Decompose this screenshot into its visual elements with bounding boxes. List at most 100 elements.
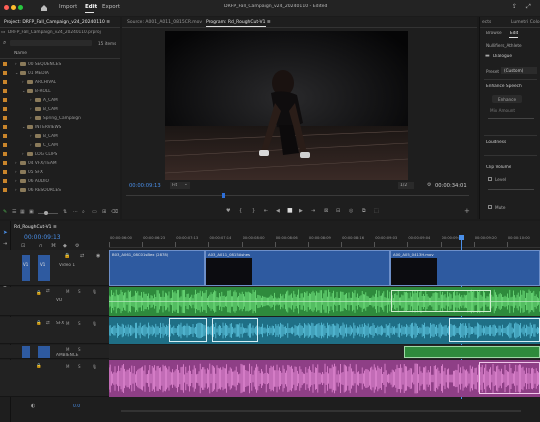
a3-target-toggle[interactable] xyxy=(38,346,50,358)
list-item[interactable]: › 06 RESOURCES xyxy=(0,186,120,194)
tab-lumetri-color[interactable]: Lumetri Color xyxy=(511,17,540,27)
add-button-icon[interactable]: + xyxy=(464,207,470,215)
search-bin-icon[interactable]: ⌕ xyxy=(82,209,85,215)
list-item[interactable]: › B_CAM xyxy=(0,132,120,140)
search-input[interactable] xyxy=(10,40,92,46)
preset-dropdown[interactable]: (Custom) xyxy=(501,67,537,74)
mix-amount-slider[interactable] xyxy=(488,118,534,119)
list-view-icon[interactable]: ☰ xyxy=(12,209,16,215)
level-slider[interactable] xyxy=(488,189,534,190)
subtab-browse[interactable]: Browse xyxy=(486,31,502,36)
list-item[interactable]: › 06 AUDIO xyxy=(0,177,120,185)
tab-source-monitor[interactable]: Source: A001_A011_0815CR.mov xyxy=(127,17,202,27)
list-item[interactable]: › 05 SFX xyxy=(0,168,120,176)
trash-icon[interactable]: ⌫ xyxy=(111,209,118,215)
stop-icon[interactable]: ■ xyxy=(287,207,293,214)
mark-in-icon[interactable]: { xyxy=(239,208,242,214)
linked-selection-icon[interactable]: ⌘ xyxy=(51,243,56,249)
timeline-ruler[interactable]: 00:00:06:00 00:00:06:23 00:00:07:13 00:00:0… xyxy=(109,235,540,247)
list-item[interactable]: › C_CAM xyxy=(0,141,120,149)
selected-range[interactable] xyxy=(391,290,491,312)
level-checkbox[interactable] xyxy=(488,177,492,181)
list-item[interactable]: › 00 SEQUENCES xyxy=(0,60,120,68)
tab-project[interactable]: Project: DRFP_Fall_Campaign_v24_20240110… xyxy=(4,17,120,27)
sort-icon[interactable]: ⇅ xyxy=(63,209,67,215)
lock-track-icon[interactable]: 🔒 xyxy=(36,364,42,369)
minimize-window-icon[interactable] xyxy=(11,5,16,10)
mute-toggle[interactable]: M xyxy=(66,321,69,326)
mark-out-icon[interactable]: } xyxy=(252,208,255,214)
add-marker-icon[interactable]: ♥ xyxy=(226,208,230,214)
step-forward-icon[interactable]: ▶ xyxy=(299,208,303,214)
timeline-settings-icon[interactable]: ⚙ xyxy=(75,243,79,249)
zoom-window-icon[interactable] xyxy=(18,5,23,10)
column-name-header[interactable]: Name xyxy=(14,51,27,56)
selection-tool-icon[interactable]: ➤ xyxy=(3,230,8,236)
sync-lock-icon[interactable]: ⇄ xyxy=(46,289,50,294)
step-back-icon[interactable]: ◀ xyxy=(276,208,280,214)
lock-track-icon[interactable]: 🔒 xyxy=(64,253,70,259)
playhead-marker[interactable] xyxy=(222,193,225,198)
extract-icon[interactable]: ⊟ xyxy=(336,208,340,214)
fit-dropdown[interactable]: Fit ⌄ xyxy=(170,182,190,189)
nav-edit[interactable]: Edit xyxy=(85,4,97,10)
sfx-clip[interactable] xyxy=(212,318,258,342)
settings-wrench-icon[interactable]: ⚙ xyxy=(427,182,431,188)
tab-effects[interactable]: ects xyxy=(482,17,491,27)
subtab-edit[interactable]: Edit xyxy=(510,31,518,36)
mic-icon[interactable]: 🎙 xyxy=(92,289,97,294)
lock-track-icon[interactable]: 🔒 xyxy=(36,291,42,296)
v1-target-toggle[interactable]: V1 xyxy=(38,255,50,281)
comparison-view-icon[interactable]: ⧉ xyxy=(362,208,366,214)
video-clip[interactable]: A03_A011_0815Ashes xyxy=(205,250,390,286)
video-clip[interactable]: B03_A061_08C01sBex (2878) xyxy=(109,250,205,286)
automate-icon[interactable]: ⋯ xyxy=(73,209,78,215)
program-timecode[interactable]: 00:00:09:13 xyxy=(129,183,161,189)
mute-toggle[interactable]: M xyxy=(66,347,69,352)
zoom-slider[interactable] xyxy=(38,213,58,214)
share-icon[interactable]: ⇪ xyxy=(512,3,517,10)
mute-toggle[interactable]: M xyxy=(66,289,69,294)
a3-source-patch[interactable] xyxy=(22,346,30,358)
sync-lock-icon[interactable]: ⇄ xyxy=(46,321,50,326)
solo-toggle[interactable]: S xyxy=(78,289,81,294)
list-item[interactable]: ⌄ 01 MEDIA xyxy=(0,69,120,77)
vr-icon[interactable]: ⬚ xyxy=(374,208,379,214)
home-icon[interactable] xyxy=(40,4,48,12)
list-item[interactable]: › B_CAM xyxy=(0,105,120,113)
snap-icon[interactable]: ∩ xyxy=(39,243,43,249)
new-item-icon[interactable]: ⊞ xyxy=(102,209,106,215)
grid-view-icon[interactable]: ▦ xyxy=(20,209,25,215)
list-item[interactable]: ⌄ INTERVIEWS xyxy=(0,123,120,131)
video-clip[interactable]: A00_A05_0413H.mov xyxy=(390,250,540,286)
add-marker-tl-icon[interactable]: ◆ xyxy=(63,243,67,249)
mic-icon[interactable]: 🎙 xyxy=(92,321,97,326)
solo-toggle[interactable]: S xyxy=(78,364,81,369)
lift-icon[interactable]: ⊠ xyxy=(324,208,328,214)
track-select-tool-icon[interactable]: ⇥ xyxy=(3,241,7,247)
scrub-bar[interactable] xyxy=(126,195,469,196)
list-item[interactable]: › 04 VFX/TEAM xyxy=(0,159,120,167)
new-bin-icon[interactable]: ▭ xyxy=(92,209,97,215)
sync-lock-icon[interactable]: ⇄ xyxy=(80,253,84,259)
timeline-timecode[interactable]: 00:00:09:13 xyxy=(24,234,61,241)
audio-clip[interactable] xyxy=(404,346,540,358)
list-item[interactable]: › LOG CLIPS xyxy=(0,150,120,158)
sfx-clip[interactable] xyxy=(449,318,540,342)
nav-import[interactable]: Import xyxy=(59,4,77,10)
list-item[interactable]: › ARCHIVAL xyxy=(0,78,120,86)
resolution-dropdown[interactable]: 1/2 xyxy=(398,182,414,189)
fullscreen-icon[interactable]: ⤢ xyxy=(526,3,531,11)
lock-track-icon[interactable]: 🔒 xyxy=(36,321,42,326)
go-to-in-icon[interactable]: ⇤ xyxy=(264,208,268,214)
pencil-icon[interactable]: ✎ xyxy=(3,209,7,215)
program-viewer[interactable] xyxy=(165,31,408,180)
zoom-slider-handle[interactable] xyxy=(44,211,48,215)
enhance-button[interactable]: Enhance xyxy=(492,95,522,103)
mute-checkbox[interactable] xyxy=(488,205,492,209)
v1-source-patch[interactable]: V1 xyxy=(22,255,30,281)
horizontal-scrollbar[interactable] xyxy=(121,410,521,412)
list-item[interactable]: › Spring_Campaign xyxy=(0,114,120,122)
zoom-out-icon[interactable]: ◐ xyxy=(31,403,35,409)
go-to-out-icon[interactable]: ⇥ xyxy=(311,208,315,214)
